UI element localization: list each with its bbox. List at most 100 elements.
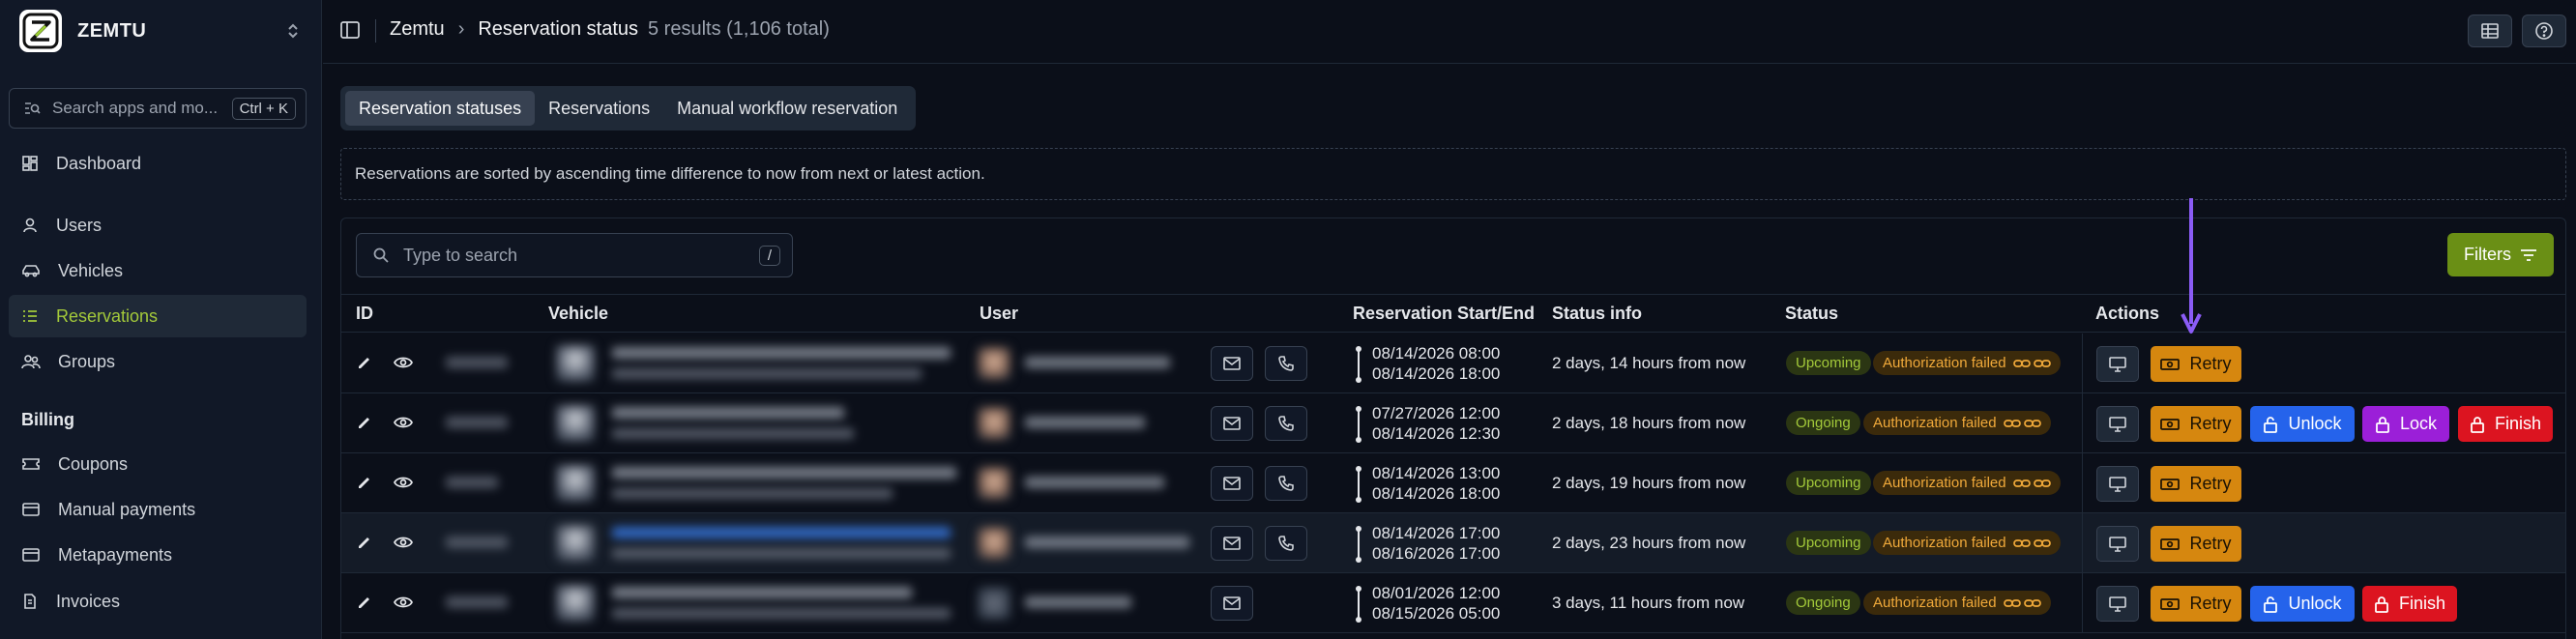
wallet-icon [21, 501, 41, 518]
device-button[interactable] [2096, 406, 2139, 442]
help-button[interactable] [2522, 15, 2566, 47]
email-button[interactable] [1211, 346, 1253, 381]
sidebar-item-users[interactable]: Users [9, 204, 307, 247]
sidebar-item-label: Dashboard [56, 153, 142, 173]
lock-button[interactable]: Lock [2362, 406, 2449, 442]
retry-button[interactable]: Retry [2151, 526, 2241, 562]
vehicle-details-redacted [612, 368, 922, 379]
column-header-start-end[interactable]: Reservation Start/End [1353, 304, 1535, 324]
finish-button[interactable]: Finish [2458, 406, 2553, 442]
reservation-end: 08/15/2026 05:00 [1372, 604, 1501, 623]
view-icon[interactable] [394, 594, 413, 611]
filters-button[interactable]: Filters [2447, 233, 2554, 276]
reservation-id-redacted [446, 477, 498, 488]
email-button[interactable] [1211, 526, 1253, 561]
view-icon[interactable] [394, 354, 413, 371]
tab-reservations[interactable]: Reservations [535, 91, 663, 126]
status-badge: Upcoming [1786, 531, 1871, 555]
sidebar-item-reservations[interactable]: Reservations [9, 295, 307, 337]
search-icon [372, 247, 390, 264]
table-row: 08/14/2026 08:00 08/14/2026 18:00 2 days… [341, 334, 2565, 393]
sidebar-toggle-icon[interactable] [339, 19, 361, 41]
status-badge: Upcoming [1786, 471, 1871, 495]
edit-icon[interactable] [356, 474, 373, 491]
timeline-icon [1355, 405, 1362, 444]
document-icon [21, 593, 39, 610]
device-button[interactable] [2096, 586, 2139, 622]
column-header-user[interactable]: User [980, 304, 1018, 324]
sidebar-item-metapayments[interactable]: Metapayments [9, 534, 307, 576]
sidebar-item-invoices[interactable]: Invoices [9, 580, 307, 623]
vehicle-name-redacted[interactable] [612, 407, 844, 419]
user-name-redacted[interactable] [1025, 417, 1145, 428]
column-header-id[interactable]: ID [356, 304, 373, 324]
view-icon[interactable] [394, 534, 413, 551]
user-name-redacted[interactable] [1025, 477, 1164, 488]
link-icon [2003, 597, 2021, 609]
column-header-status-info[interactable]: Status info [1552, 304, 1642, 324]
user-name-redacted[interactable] [1025, 596, 1131, 608]
link-icon [2012, 478, 2031, 489]
vehicle-name-redacted[interactable] [612, 527, 951, 538]
table-row: 08/14/2026 17:00 08/16/2026 17:00 2 days… [341, 513, 2565, 573]
retry-button[interactable]: Retry [2151, 466, 2241, 502]
view-icon[interactable] [394, 414, 413, 431]
app-switcher[interactable]: ZEMTU [19, 10, 300, 52]
finish-button[interactable]: Finish [2362, 586, 2457, 622]
call-button[interactable] [1265, 346, 1307, 381]
sidebar-item-label: Invoices [56, 591, 121, 611]
email-button[interactable] [1211, 466, 1253, 501]
retry-button[interactable]: Retry [2151, 586, 2241, 622]
user-name-redacted[interactable] [1025, 357, 1170, 368]
avatar [978, 587, 1010, 620]
sidebar-item-dashboard[interactable]: Dashboard [9, 142, 307, 185]
avatar [978, 407, 1010, 440]
retry-button[interactable]: Retry [2151, 346, 2241, 382]
unlock-button[interactable]: Unlock [2250, 406, 2355, 442]
email-button[interactable] [1211, 406, 1253, 441]
tab-manual-workflow-reservation[interactable]: Manual workflow reservation [663, 91, 911, 126]
sidebar-item-manual-payments[interactable]: Manual payments [9, 488, 307, 531]
edit-icon[interactable] [356, 354, 373, 371]
table-search-input[interactable]: Type to search / [356, 233, 793, 277]
view-icon[interactable] [394, 474, 413, 491]
email-button[interactable] [1211, 586, 1253, 621]
edit-icon[interactable] [356, 534, 373, 551]
authorization-label: Authorization failed [1883, 475, 2006, 491]
vehicle-name-redacted[interactable] [612, 587, 912, 598]
payment-icon [2160, 418, 2181, 431]
lock-icon [2470, 416, 2485, 433]
retry-label: Retry [2189, 354, 2232, 373]
dashboard-icon [21, 155, 39, 172]
unlock-label: Unlock [2288, 594, 2342, 613]
table-row: 08/14/2026 13:00 08/14/2026 18:00 2 days… [341, 453, 2565, 513]
call-button[interactable] [1265, 526, 1307, 561]
device-button[interactable] [2096, 466, 2139, 502]
device-button[interactable] [2096, 526, 2139, 562]
retry-button[interactable]: Retry [2151, 406, 2241, 442]
table-view-button[interactable] [2468, 15, 2512, 47]
status-info: 2 days, 18 hours from now [1552, 414, 1746, 432]
breadcrumb-root[interactable]: Zemtu [390, 18, 445, 41]
reservation-dates: 08/14/2026 13:00 08/14/2026 18:00 [1372, 463, 1500, 504]
column-header-status[interactable]: Status [1785, 304, 1838, 324]
tab-reservation-statuses[interactable]: Reservation statuses [345, 91, 536, 126]
sidebar-item-label: Coupons [58, 453, 129, 474]
app-search-input[interactable]: Search apps and mo... Ctrl + K [9, 88, 307, 129]
results-count: 5 results (1,106 total) [648, 18, 830, 40]
column-header-vehicle[interactable]: Vehicle [548, 304, 608, 324]
call-button[interactable] [1265, 406, 1307, 441]
payment-icon [2160, 478, 2181, 491]
sidebar-item-coupons[interactable]: Coupons [9, 443, 307, 485]
edit-icon[interactable] [356, 594, 373, 611]
sidebar-item-groups[interactable]: Groups [9, 340, 307, 383]
user-name-redacted[interactable] [1025, 537, 1189, 548]
avatar [978, 467, 1010, 500]
device-button[interactable] [2096, 346, 2139, 382]
edit-icon[interactable] [356, 414, 373, 431]
sidebar-item-vehicles[interactable]: Vehicles [9, 249, 307, 292]
call-button[interactable] [1265, 466, 1307, 501]
vehicle-name-redacted[interactable] [612, 467, 956, 479]
vehicle-name-redacted[interactable] [612, 347, 951, 359]
unlock-button[interactable]: Unlock [2250, 586, 2355, 622]
